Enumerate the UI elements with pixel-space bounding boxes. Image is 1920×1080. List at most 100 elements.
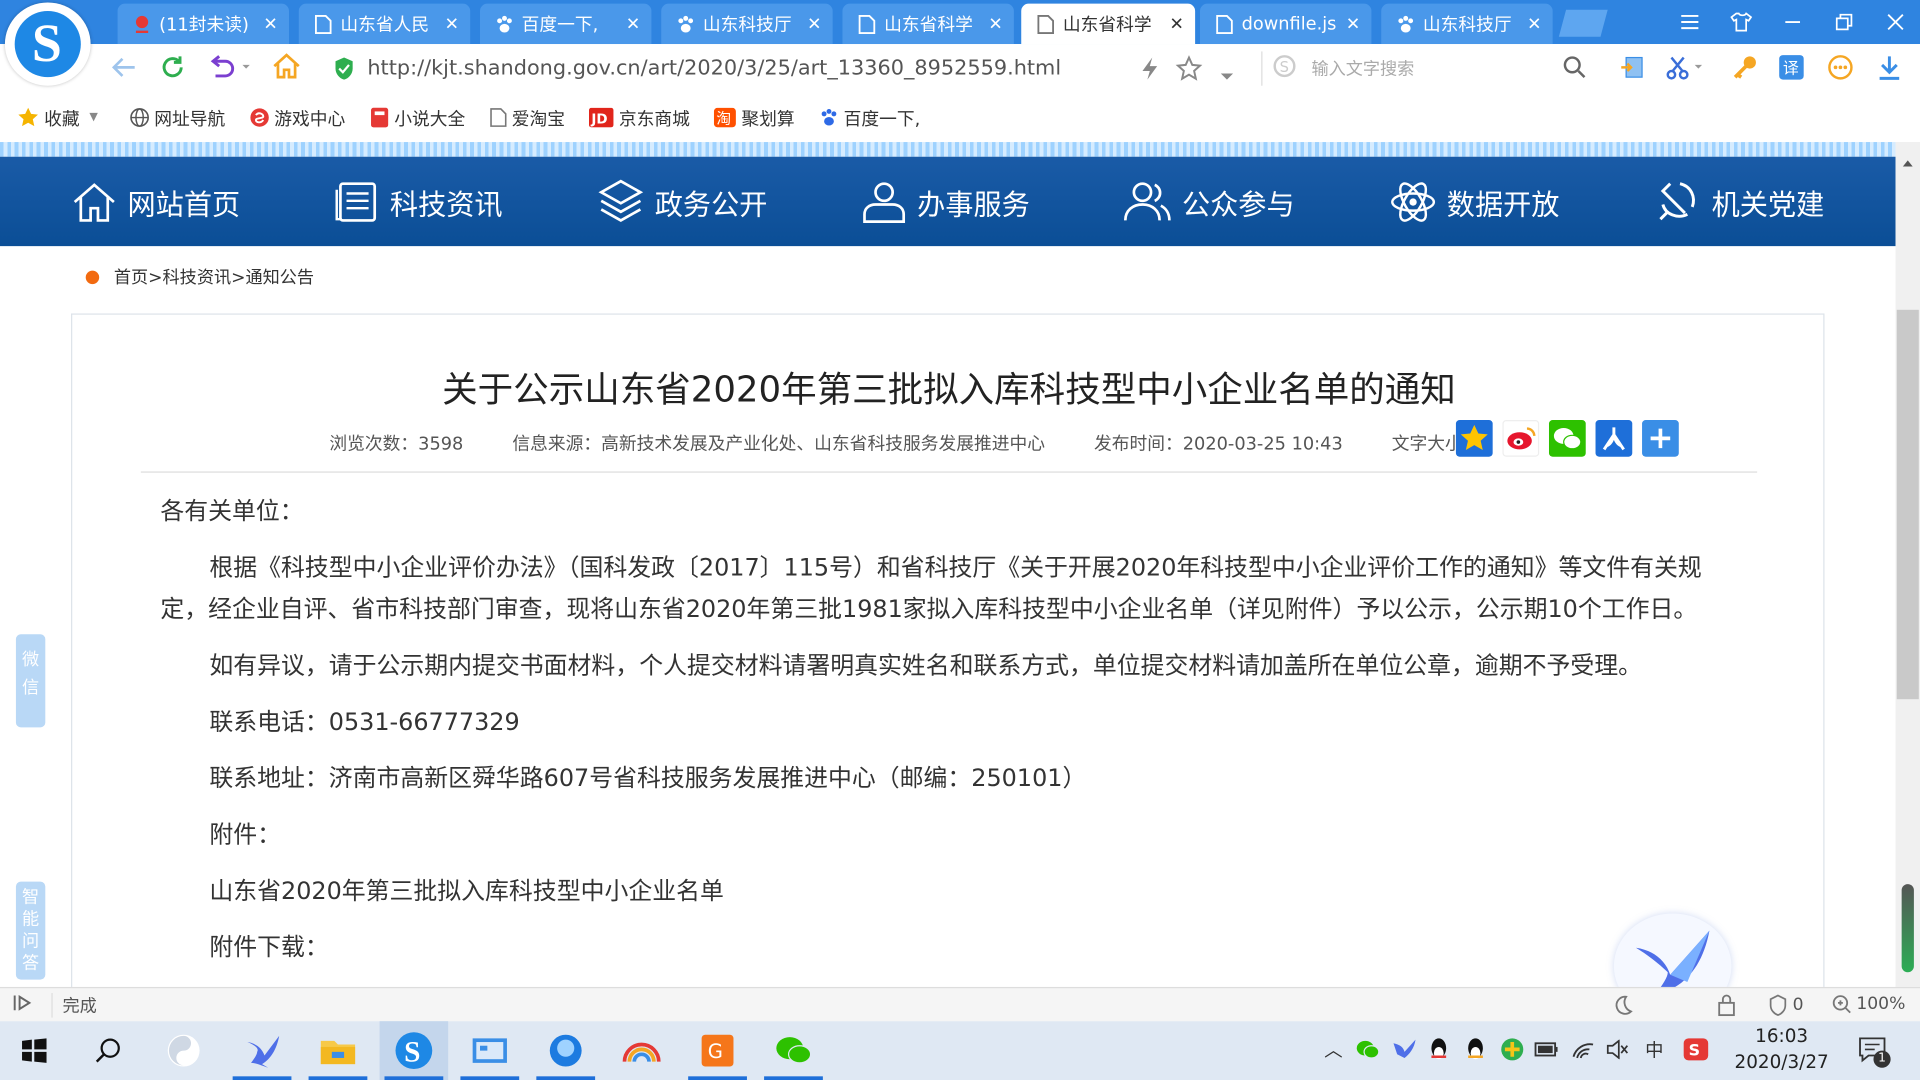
nav-item-services[interactable]: 办事服务	[861, 178, 1030, 225]
download-icon[interactable]	[1876, 54, 1903, 86]
tab[interactable]: 山东科技厅 ✕	[661, 3, 833, 45]
control-panel-icon[interactable]	[456, 1021, 525, 1080]
notification-count-badge: 1	[1873, 1050, 1891, 1068]
bookmark-item[interactable]: 淘 聚划算	[714, 105, 795, 131]
tab[interactable]: 山东省科学 ✕	[842, 3, 1014, 45]
ime-indicator[interactable]: 中	[1641, 1036, 1668, 1063]
bookmark-item[interactable]: 小说大全	[370, 105, 465, 131]
tab[interactable]: 山东科技厅 ✕	[1381, 3, 1553, 45]
bookmark-item[interactable]: 游戏中心	[250, 105, 345, 131]
tab[interactable]: (11封未读) ✕	[117, 3, 289, 45]
scroll-up-icon[interactable]	[1902, 149, 1914, 172]
extension-icon[interactable]	[1619, 54, 1646, 86]
battery-icon[interactable]	[1533, 1036, 1560, 1063]
search-box[interactable]: S 输入文字搜索	[1261, 51, 1592, 86]
share-qzone-icon[interactable]	[1455, 420, 1493, 457]
search-engine-icon[interactable]: S	[1272, 54, 1296, 83]
system-clock[interactable]: 16:03 2020/3/27	[1727, 1024, 1837, 1075]
file-explorer-icon[interactable]	[304, 1021, 373, 1080]
nav-item-open-data[interactable]: 数据开放	[1388, 177, 1559, 226]
zoom-control[interactable]: 100%	[1832, 994, 1905, 1014]
close-icon[interactable]: ✕	[987, 14, 1004, 34]
security-tray-icon[interactable]	[1499, 1036, 1526, 1063]
back-icon[interactable]	[110, 54, 137, 86]
restore-button[interactable]	[1820, 0, 1869, 44]
secure-shield-icon	[333, 56, 355, 85]
more-icon[interactable]	[1827, 54, 1854, 86]
pdf-app-icon[interactable]: G	[683, 1021, 752, 1080]
translate-icon[interactable]: 译	[1778, 54, 1805, 86]
close-icon[interactable]: ✕	[443, 14, 460, 34]
rainbow-app-icon[interactable]	[607, 1021, 676, 1080]
wechat-tray-icon[interactable]	[1354, 1036, 1381, 1063]
search-icon[interactable]	[73, 1021, 142, 1080]
share-more-icon[interactable]	[1642, 420, 1679, 457]
menu-icon[interactable]	[1665, 0, 1714, 44]
wechat-app-icon[interactable]	[759, 1021, 828, 1080]
sidebar-toggle-icon[interactable]	[12, 992, 34, 1016]
bookmarks-bar: 收藏 ▼ 网址导航 游戏中心 小说大全 爱淘宝 JD 京东商城 淘 聚划算 百度…	[0, 93, 1920, 143]
bookmark-item[interactable]: JD 京东商城	[589, 105, 690, 131]
close-icon[interactable]: ✕	[1168, 14, 1185, 34]
share-wechat-icon[interactable]	[1548, 420, 1586, 457]
key-icon[interactable]	[1731, 54, 1758, 86]
bookmark-label: 收藏	[44, 109, 80, 130]
feishu-app-icon[interactable]	[228, 1021, 297, 1080]
bookmark-item[interactable]: 百度一下,	[819, 105, 920, 131]
feishu-tray-icon[interactable]	[1391, 1036, 1418, 1063]
bookmark-item[interactable]: 收藏 ▼	[17, 105, 98, 131]
close-icon[interactable]: ✕	[1526, 14, 1543, 34]
volume-muted-icon[interactable]	[1604, 1036, 1631, 1063]
chevron-down-icon[interactable]: ▼	[89, 111, 97, 123]
bookmark-star-icon[interactable]	[1175, 55, 1203, 87]
windows-start-icon[interactable]	[0, 1021, 69, 1080]
close-icon[interactable]: ✕	[262, 14, 279, 34]
chevron-up-icon[interactable]: ︿	[1320, 1036, 1347, 1063]
close-window-button[interactable]	[1871, 0, 1920, 44]
wifi-icon[interactable]	[1570, 1036, 1597, 1063]
sogou-ime-icon[interactable]: S	[1682, 1036, 1709, 1063]
qa-side-tab[interactable]: 智能问答	[15, 881, 46, 980]
ad-block-count[interactable]: 0	[1768, 994, 1804, 1017]
nav-item-participation[interactable]: 公众参与	[1123, 178, 1295, 225]
wechat-side-tab[interactable]: 微信	[15, 634, 46, 728]
close-icon[interactable]: ✕	[624, 14, 641, 34]
nav-item-home[interactable]: 网站首页	[71, 179, 240, 223]
night-mode-icon[interactable]	[1611, 994, 1633, 1021]
minimize-button[interactable]	[1768, 0, 1817, 44]
tab[interactable]: 山东省人民 ✕	[298, 3, 471, 45]
font-size-label[interactable]: 文字大小	[1392, 430, 1463, 456]
notification-center-icon[interactable]: 1	[1856, 1033, 1891, 1068]
browser-logo-icon[interactable]: S	[4, 2, 91, 86]
undo-close-icon[interactable]	[208, 54, 250, 86]
qq-tray-icon[interactable]	[1425, 1036, 1452, 1063]
search-icon[interactable]	[1562, 55, 1586, 84]
refresh-icon[interactable]	[159, 54, 186, 86]
lock-icon[interactable]	[1717, 994, 1737, 1021]
attachment-name[interactable]: 山东省2020年第三批拟入库科技型中小企业名单	[160, 871, 1715, 913]
tab[interactable]: downfile.js ✕	[1200, 3, 1372, 45]
dropdown-icon[interactable]	[1220, 64, 1235, 87]
app-pinwheel-icon[interactable]	[149, 1021, 218, 1080]
share-weibo-icon[interactable]	[1502, 420, 1540, 457]
home-page-icon[interactable]	[272, 53, 301, 85]
close-icon[interactable]: ✕	[1345, 14, 1362, 34]
close-icon[interactable]: ✕	[806, 14, 823, 34]
new-tab-button[interactable]	[1558, 9, 1608, 37]
bookmark-item[interactable]: 网址导航	[130, 105, 225, 131]
qq-browser-icon[interactable]	[531, 1021, 600, 1080]
sogou-browser-icon[interactable]: S	[379, 1021, 449, 1080]
nav-item-gov-affairs[interactable]: 政务公开	[596, 177, 767, 226]
tab[interactable]: 百度一下, ✕	[480, 3, 652, 45]
share-renren-icon[interactable]	[1595, 420, 1633, 457]
lightning-icon[interactable]	[1139, 56, 1161, 85]
nav-item-news[interactable]: 科技资讯	[334, 179, 503, 223]
breadcrumb-text[interactable]: 首页>科技资讯>通知公告	[114, 264, 314, 288]
bookmark-item[interactable]: 爱淘宝	[490, 105, 565, 131]
scissors-icon[interactable]	[1665, 54, 1703, 86]
qq-tray-icon-2[interactable]	[1462, 1036, 1489, 1063]
scrollbar-thumb[interactable]	[1896, 309, 1919, 700]
nav-item-party[interactable]: 机关党建	[1653, 177, 1824, 226]
skin-icon[interactable]	[1717, 0, 1766, 44]
tab-active[interactable]: 山东省科学 ✕	[1021, 3, 1196, 45]
